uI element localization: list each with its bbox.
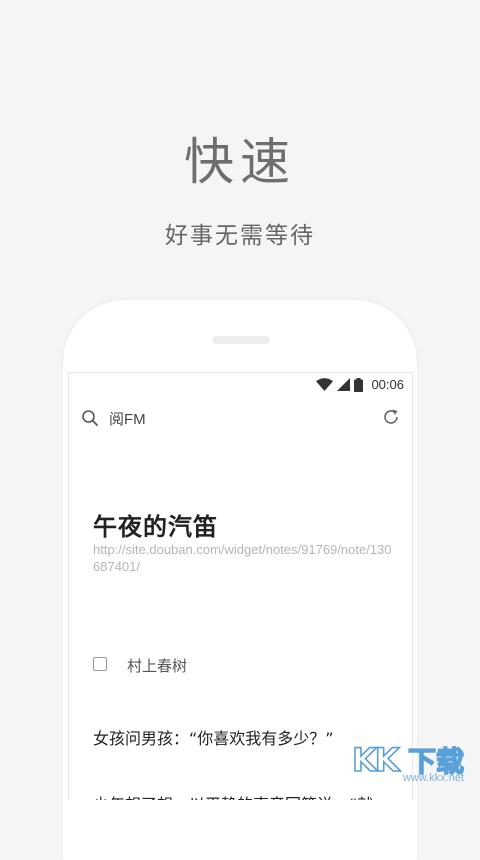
promo-headline: 快速 xyxy=(184,133,296,191)
promo-subline: 好事无需等待 xyxy=(165,223,315,249)
phone-screen: 00:06 阅FM 午夜的汽笛 http://site.douban.com/w… xyxy=(68,372,413,800)
battery-icon xyxy=(354,377,364,392)
app-title: 阅FM xyxy=(109,411,146,428)
status-bar: 00:06 xyxy=(69,373,412,399)
status-time: 00:06 xyxy=(371,377,404,392)
article-title: 午夜的汽笛 xyxy=(93,513,218,541)
watermark-site: www.kkx.net xyxy=(402,772,464,784)
app-toolbar: 阅FM xyxy=(69,401,412,435)
author-checkbox[interactable] xyxy=(93,657,107,671)
cell-signal-icon xyxy=(337,378,351,391)
article-paragraph: 少年想了想，以平静的声音回答说：“就 xyxy=(93,791,373,800)
phone-speaker xyxy=(212,336,270,344)
wifi-icon xyxy=(316,378,334,391)
article-url[interactable]: http://site.douban.com/widget/notes/9176… xyxy=(93,541,393,575)
refresh-icon[interactable] xyxy=(382,408,400,426)
status-icons: 00:06 xyxy=(316,377,404,392)
watermark-logo: KK 下载 www.kkx.net xyxy=(350,738,474,786)
article-paragraph: 女孩问男孩：“你喜欢我有多少？” xyxy=(93,729,334,748)
svg-text:KK: KK xyxy=(352,741,401,778)
article-author: 村上春树 xyxy=(127,657,188,675)
search-icon[interactable] xyxy=(81,409,99,427)
